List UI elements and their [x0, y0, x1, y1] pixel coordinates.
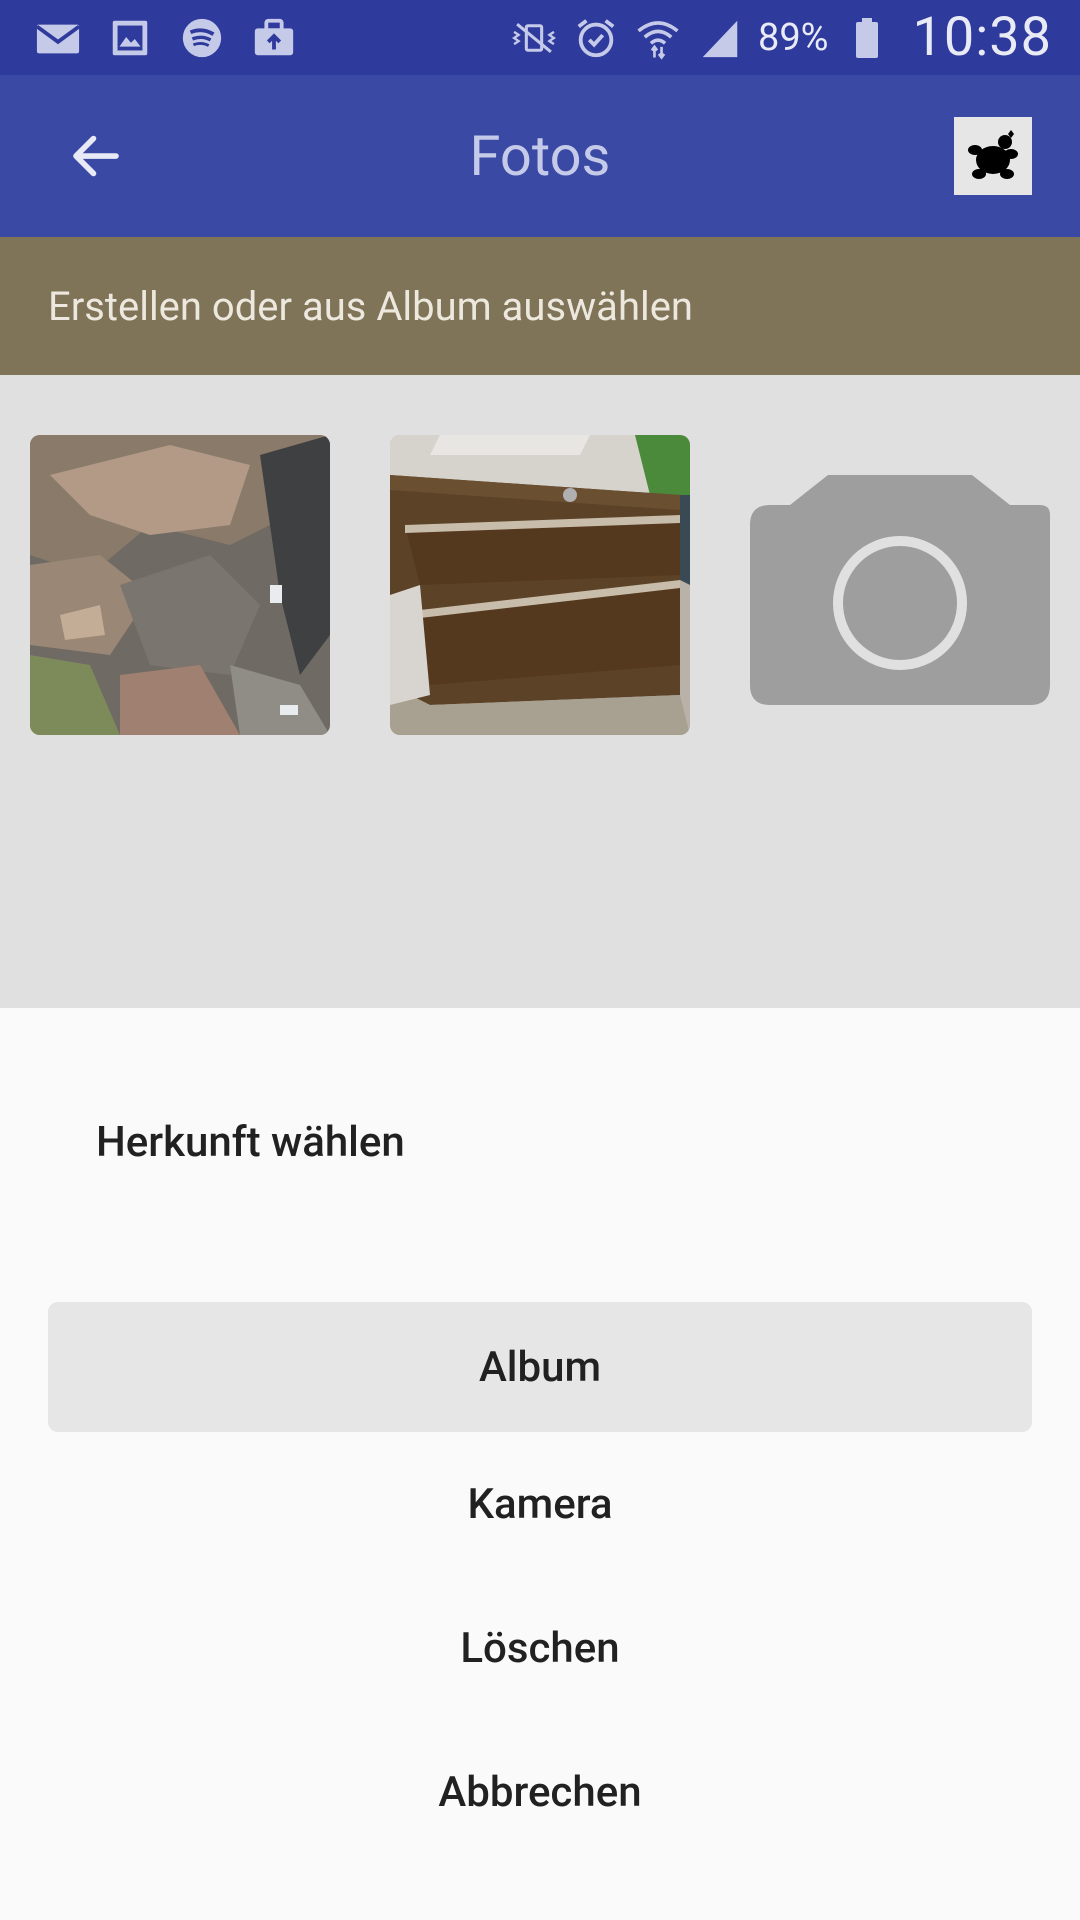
vibrate-icon: [510, 16, 558, 60]
option-abbrechen[interactable]: Abbrechen: [48, 1727, 1032, 1857]
turtle-logo-icon[interactable]: [954, 117, 1032, 195]
app-bar: Fotos: [0, 75, 1080, 237]
clock: 10:38: [912, 6, 1052, 69]
battery-icon: [843, 16, 891, 60]
mail-icon: [34, 16, 82, 60]
image-icon: [106, 16, 154, 60]
sheet-title: Herkunft wählen: [96, 1118, 405, 1167]
briefcase-upload-icon: [250, 16, 298, 60]
status-bar: 89% 10:38: [0, 0, 1080, 75]
source-picker-sheet: Herkunft wählen Album Kamera Löschen Abb…: [0, 1008, 1080, 1920]
wifi-icon: [634, 16, 682, 60]
spotify-icon: [178, 16, 226, 60]
camera-placeholder-icon[interactable]: [750, 435, 1050, 735]
cabinet-photo[interactable]: [390, 435, 690, 735]
rock-photo[interactable]: [30, 435, 330, 735]
banner-text: Erstellen oder aus Album auswählen: [48, 283, 693, 330]
battery-percent: 89%: [757, 15, 829, 60]
page-title: Fotos: [469, 123, 611, 189]
system-icons: 89% 10:38: [510, 6, 1052, 69]
info-banner: Erstellen oder aus Album auswählen: [0, 237, 1080, 375]
notification-icons: [34, 16, 298, 60]
option-album[interactable]: Album: [48, 1302, 1032, 1432]
alarm-icon: [572, 16, 620, 60]
signal-icon: [696, 16, 744, 60]
option-kamera[interactable]: Kamera: [48, 1439, 1032, 1569]
option-loeschen[interactable]: Löschen: [48, 1583, 1032, 1713]
photo-grid: [0, 375, 1080, 1008]
